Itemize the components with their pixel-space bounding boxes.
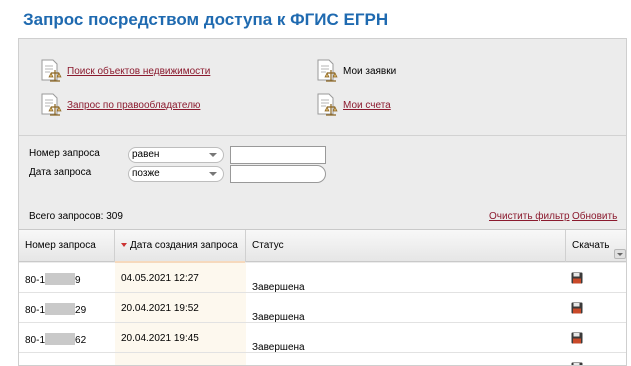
floppy-disk-icon[interactable]: [571, 272, 583, 284]
my-invoices-link[interactable]: Мои счета: [315, 93, 391, 117]
column-created-date[interactable]: Дата создания запроса: [115, 230, 246, 262]
floppy-disk-icon[interactable]: [571, 332, 583, 344]
request-number-label: Номер запроса: [29, 148, 100, 159]
column-status[interactable]: Статус: [246, 230, 566, 262]
created-date-cell: 04.05.2021 12:27: [121, 273, 199, 284]
created-date-cell: 20.04.2021 19:45: [121, 333, 199, 344]
chevron-down-icon: [209, 172, 217, 176]
request-number-cell: 80-1 9: [25, 273, 81, 286]
chevron-down-icon: [209, 153, 217, 157]
table-row[interactable]: [19, 353, 626, 366]
column-menu-button[interactable]: [614, 249, 626, 259]
floppy-disk-icon[interactable]: [571, 302, 583, 314]
request-date-operator-value: позже: [132, 168, 160, 179]
request-date-operator-select[interactable]: позже: [128, 166, 224, 182]
page-title: Запрос посредством доступа к ФГИС ЕГРН: [23, 10, 389, 29]
table-row[interactable]: 80-1 29 20.04.2021 19:52 Завершена: [19, 293, 626, 323]
my-requests-item[interactable]: Мои заявки: [315, 59, 396, 83]
redacted-block: [45, 303, 76, 315]
table-header: Номер запроса Дата создания запроса Стат…: [19, 229, 626, 263]
document-scales-icon: [317, 93, 338, 116]
table-body: 80-1 9 04.05.2021 12:27 Завершена 80-1 29 …: [19, 263, 626, 366]
request-panel: Поиск объектов недвижимости Мои заявки З…: [18, 38, 627, 366]
sort-desc-icon: [121, 243, 127, 247]
owner-request-link[interactable]: Запрос по правообладателю: [39, 93, 200, 117]
floppy-disk-icon[interactable]: [571, 362, 583, 366]
redacted-block: [45, 333, 76, 345]
my-invoices-label[interactable]: Мои счета: [343, 100, 391, 111]
request-number-operator-select[interactable]: равен: [128, 147, 224, 163]
column-created-date-label: Дата создания запроса: [130, 240, 238, 251]
navigation-links: Поиск объектов недвижимости Мои заявки З…: [19, 39, 626, 135]
request-date-input[interactable]: [230, 165, 326, 183]
document-scales-icon: [41, 59, 62, 82]
column-request-number[interactable]: Номер запроса: [19, 230, 115, 262]
refresh-link[interactable]: Обновить: [572, 211, 617, 222]
column-request-number-label: Номер запроса: [25, 240, 96, 251]
request-number-cell: 80-1 62: [25, 333, 87, 346]
request-number-input[interactable]: [230, 146, 326, 164]
redacted-block: [45, 273, 76, 285]
request-date-label: Дата запроса: [29, 167, 92, 178]
status-cell: Завершена: [252, 342, 305, 353]
request-number-cell: 80-1 29: [25, 303, 87, 316]
document-scales-icon: [41, 93, 62, 116]
search-objects-label[interactable]: Поиск объектов недвижимости: [67, 66, 210, 77]
request-number-operator-value: равен: [132, 149, 160, 160]
table-row[interactable]: 80-1 9 04.05.2021 12:27 Завершена: [19, 263, 626, 293]
document-scales-icon: [317, 59, 338, 82]
status-cell: Завершена: [252, 312, 305, 323]
table-row[interactable]: 80-1 62 20.04.2021 19:45 Завершена: [19, 323, 626, 353]
my-requests-label: Мои заявки: [343, 65, 397, 77]
column-status-label: Статус: [252, 240, 284, 251]
total-requests: Всего запросов: 309: [29, 211, 123, 222]
owner-request-label[interactable]: Запрос по правообладателю: [67, 100, 200, 111]
divider: [19, 135, 626, 136]
status-cell: Завершена: [252, 282, 305, 293]
column-download-label: Скачать: [572, 240, 610, 251]
chevron-down-icon: [617, 253, 623, 256]
clear-filter-link[interactable]: Очистить фильтр: [489, 211, 570, 222]
created-date-cell: 20.04.2021 19:52: [121, 303, 199, 314]
search-objects-link[interactable]: Поиск объектов недвижимости: [39, 59, 210, 83]
